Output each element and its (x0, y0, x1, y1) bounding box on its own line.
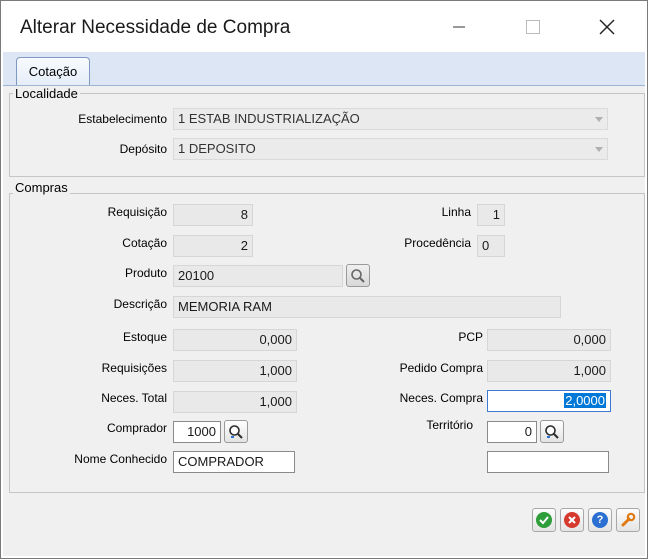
check-icon (536, 512, 552, 528)
minimize-icon (453, 26, 465, 28)
estoque-label: Estoque (122, 330, 167, 344)
localidade-legend: Localidade (13, 86, 80, 101)
territorio-label: Território (426, 418, 473, 432)
requisicoes-field[interactable]: 1,000 (173, 360, 297, 382)
nome-conhecido-input[interactable]: COMPRADOR (173, 451, 295, 473)
requisicao-field[interactable]: 8 (173, 204, 253, 226)
estabelecimento-value: 1 ESTAB INDUSTRIALIZAÇÃO (178, 111, 360, 126)
neces-compra-label: Neces. Compra (399, 391, 483, 405)
maximize-button[interactable] (511, 11, 555, 43)
descricao-label: Descrição (113, 297, 167, 311)
maximize-icon (526, 20, 540, 34)
deposito-label: Depósito (119, 142, 167, 156)
procedencia-field[interactable]: 0 (477, 235, 505, 257)
requisicoes-label: Requisições (101, 361, 167, 375)
neces-total-label: Neces. Total (101, 391, 167, 405)
deposito-value: 1 DEPOSITO (178, 141, 256, 156)
compras-legend: Compras (13, 180, 70, 195)
tab-cotacao[interactable]: Cotação (16, 57, 90, 85)
comprador-label: Comprador (106, 421, 167, 435)
cancel-icon (564, 512, 580, 528)
dialog-window: Alterar Necessidade de Compra Cotação Lo… (0, 0, 648, 559)
search-icon (229, 424, 243, 439)
linha-label: Linha (441, 205, 471, 219)
estoque-field[interactable]: 0,000 (173, 329, 297, 351)
estabelecimento-select[interactable]: 1 ESTAB INDUSTRIALIZAÇÃO (173, 108, 608, 130)
wrench-icon (621, 512, 636, 527)
produto-field[interactable]: 20100 (173, 265, 343, 287)
minimize-button[interactable] (437, 11, 481, 43)
chevron-down-icon (595, 117, 603, 122)
localidade-group (9, 93, 645, 177)
neces-compra-input[interactable]: 2,0000 (487, 390, 611, 412)
deposito-select[interactable]: 1 DEPOSITO (173, 138, 608, 160)
pcp-label: PCP (458, 330, 483, 344)
procedencia-label: Procedência (404, 236, 471, 250)
help-icon: ? (592, 512, 608, 528)
cotacao-label: Cotação (122, 236, 167, 250)
cancel-button[interactable] (560, 508, 584, 532)
pedido-compra-label: Pedido Compra (399, 361, 483, 375)
descricao-field[interactable]: MEMORIA RAM (173, 296, 561, 318)
nome-conhecido-label: Nome Conhecido (74, 452, 167, 466)
search-icon (545, 424, 559, 439)
produto-label: Produto (124, 266, 167, 280)
territorio-search-button[interactable] (540, 420, 564, 443)
pedido-compra-field[interactable]: 1,000 (487, 360, 611, 382)
title-bar: Alterar Necessidade de Compra (1, 1, 647, 51)
help-button[interactable]: ? (588, 508, 612, 532)
tab-strip: Cotação (3, 52, 645, 86)
territorio-input[interactable]: 0 (487, 421, 537, 443)
comprador-input[interactable]: 1000 (173, 421, 221, 443)
comprador-search-button[interactable] (224, 420, 248, 443)
estabelecimento-label: Estabelecimento (78, 112, 167, 126)
window-title: Alterar Necessidade de Compra (20, 17, 291, 38)
pcp-field[interactable]: 0,000 (487, 329, 611, 351)
territorio-nome-input[interactable] (487, 451, 609, 473)
neces-compra-value: 2,0000 (564, 393, 606, 408)
close-icon (599, 19, 615, 35)
confirm-button[interactable] (532, 508, 556, 532)
neces-total-field[interactable]: 1,000 (173, 391, 297, 413)
search-icon (351, 268, 365, 283)
requisicao-label: Requisição (107, 205, 167, 219)
tools-button[interactable] (616, 508, 640, 532)
dialog-client: Cotação Localidade Estabelecimento 1 EST… (3, 52, 645, 556)
cotacao-field[interactable]: 2 (173, 235, 253, 257)
linha-field[interactable]: 1 (477, 204, 505, 226)
close-button[interactable] (585, 11, 629, 43)
chevron-down-icon (595, 147, 603, 152)
produto-search-button[interactable] (346, 264, 370, 287)
